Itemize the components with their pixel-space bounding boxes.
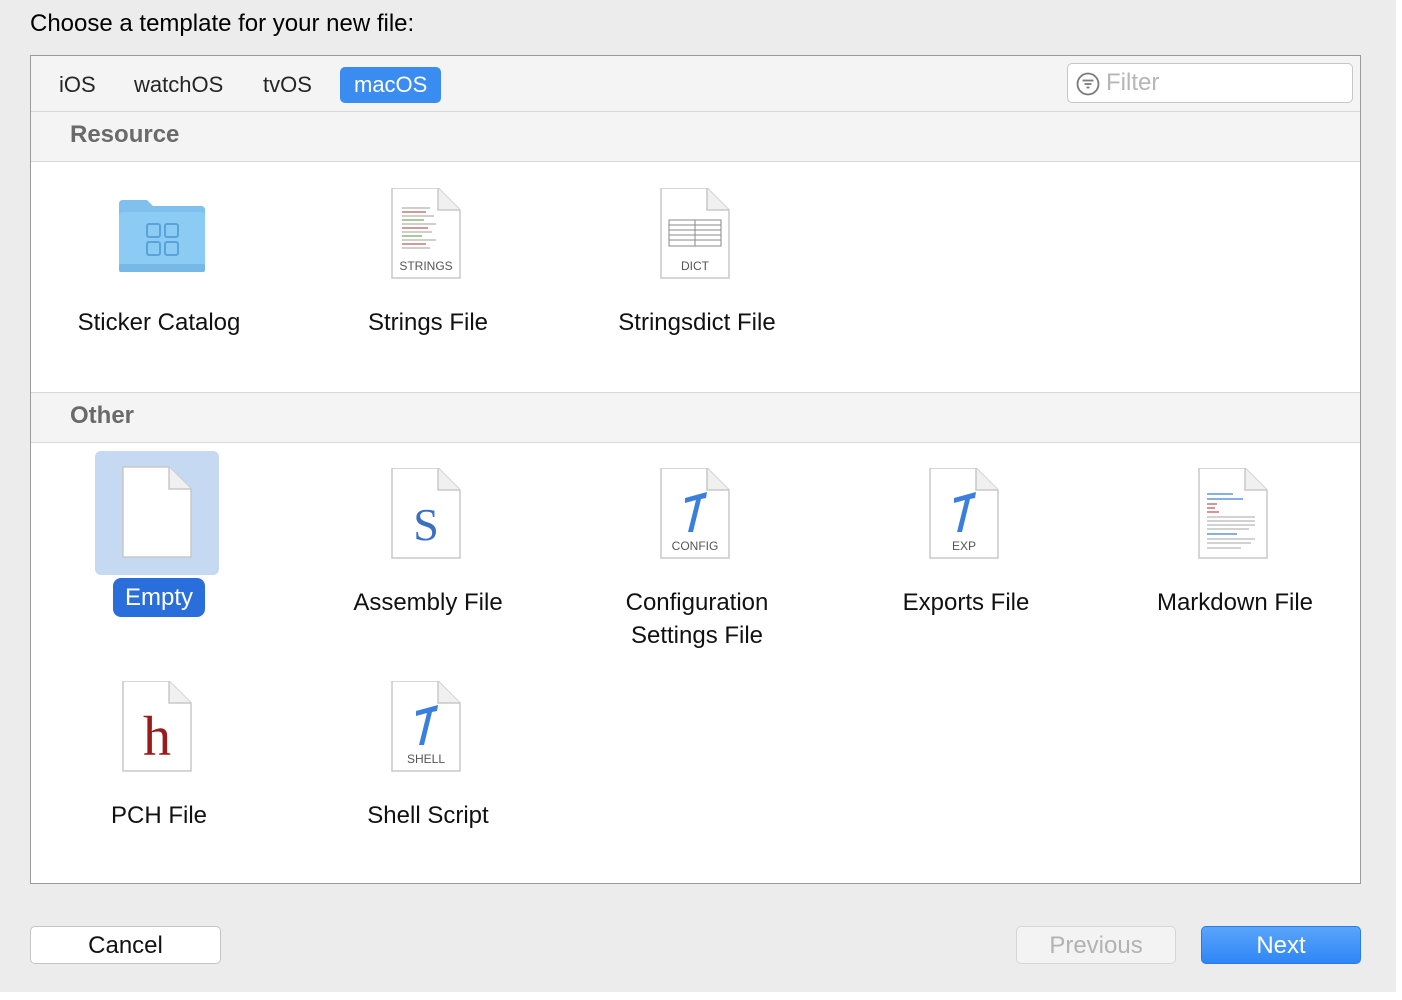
template-sticker-catalog[interactable]: Sticker Catalog — [29, 176, 289, 346]
cancel-button[interactable]: Cancel — [30, 926, 221, 964]
icon-frame: h — [95, 669, 219, 793]
svg-text:S: S — [413, 499, 439, 550]
stringsdict-file-icon: DICT — [660, 188, 730, 279]
platform-tab-bar: iOS watchOS tvOS macOS — [31, 56, 1360, 112]
selection-highlight — [95, 451, 219, 575]
section-header-other: Other — [31, 392, 1360, 443]
template-label: Markdown File — [1156, 589, 1314, 616]
template-label: Exports File — [902, 589, 1030, 616]
svg-text:h: h — [143, 706, 171, 768]
config-file-icon: CONFIG — [660, 468, 730, 559]
template-label: Configuration Settings File — [625, 589, 769, 649]
template-assembly-file[interactable]: S Assembly File — [298, 456, 558, 626]
filter-field[interactable] — [1067, 63, 1353, 103]
template-stringsdict-file[interactable]: DICT Stringsdict File — [567, 176, 827, 346]
dialog-prompt: Choose a template for your new file: — [30, 10, 415, 37]
strings-file-icon: STRINGS — [391, 188, 461, 279]
section-title: Resource — [70, 121, 180, 148]
template-label: Sticker Catalog — [77, 309, 241, 336]
filter-icon — [1076, 72, 1100, 96]
template-configuration-settings-file[interactable]: CONFIG Configuration Settings File — [567, 456, 827, 649]
template-exports-file[interactable]: EXP Exports File — [836, 456, 1096, 626]
icon-frame: S — [364, 456, 488, 580]
section-title: Other — [70, 402, 135, 429]
icon-frame: STRINGS — [364, 176, 488, 300]
section-header-resource: Resource — [31, 111, 1360, 162]
icon-frame — [1171, 456, 1295, 580]
assembly-file-icon: S — [391, 468, 461, 559]
svg-text:CONFIG: CONFIG — [672, 539, 719, 553]
tab-macos[interactable]: macOS — [340, 67, 442, 103]
template-label: Empty — [29, 578, 289, 617]
exports-file-icon: EXP — [929, 468, 999, 559]
empty-file-icon — [122, 466, 192, 558]
window-edge — [0, 992, 1402, 1000]
previous-button[interactable]: Previous — [1016, 926, 1176, 964]
template-panel: iOS watchOS tvOS macOS Resource — [30, 55, 1361, 884]
icon-frame: SHELL — [364, 669, 488, 793]
template-chooser-sheet: Choose a template for your new file: iOS… — [0, 0, 1396, 992]
template-strings-file[interactable]: STRINGS Strings File — [298, 176, 558, 346]
folder-icon — [119, 200, 205, 272]
icon-frame — [95, 176, 219, 300]
filter-input[interactable] — [1106, 68, 1341, 98]
window-edge — [1396, 0, 1402, 1000]
svg-text:SHELL: SHELL — [407, 752, 445, 766]
template-empty[interactable]: Empty — [29, 451, 289, 621]
icon-frame: CONFIG — [633, 456, 757, 580]
svg-text:DICT: DICT — [681, 259, 710, 273]
template-shell-script[interactable]: SHELL Shell Script — [298, 669, 558, 839]
template-pch-file[interactable]: h PCH File — [29, 669, 289, 839]
template-label: Stringsdict File — [618, 309, 776, 336]
tab-ios[interactable]: iOS — [45, 67, 110, 103]
icon-frame: EXP — [902, 456, 1026, 580]
svg-text:EXP: EXP — [952, 539, 976, 553]
next-button[interactable]: Next — [1201, 926, 1361, 964]
shell-script-icon: SHELL — [391, 681, 461, 772]
svg-text:STRINGS: STRINGS — [399, 259, 452, 273]
tab-watchos[interactable]: watchOS — [120, 67, 237, 103]
template-label: PCH File — [110, 802, 207, 829]
icon-frame: DICT — [633, 176, 757, 300]
template-label: Assembly File — [353, 589, 503, 616]
template-markdown-file[interactable]: Markdown File — [1105, 456, 1365, 626]
markdown-file-icon — [1198, 468, 1268, 559]
tab-tvos[interactable]: tvOS — [249, 67, 326, 103]
template-label: Shell Script — [367, 802, 489, 829]
pch-file-icon: h — [122, 681, 192, 772]
template-label: Strings File — [367, 309, 489, 336]
